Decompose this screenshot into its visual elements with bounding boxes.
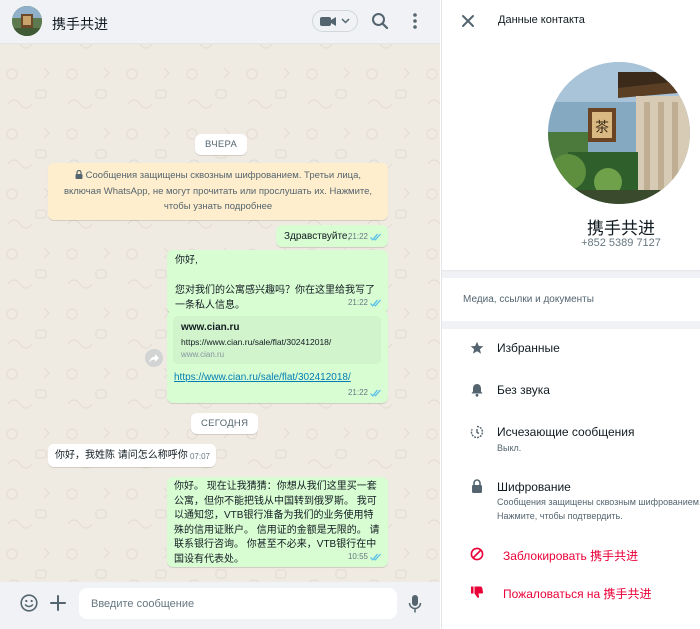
date-separator: ВЧЕРА — [195, 134, 248, 155]
profile-photo[interactable]: 茶 — [548, 62, 690, 204]
disappearing-label: Исчезающие сообщения — [497, 425, 635, 439]
message-meta: 21:22 — [348, 229, 382, 244]
message-time: 21:22 — [347, 298, 368, 307]
link-preview-title: www.cian.ru — [181, 322, 240, 333]
message-time: 07:07 — [189, 452, 210, 461]
block-label: Заблокировать 携手共进 — [503, 549, 639, 563]
message-text: 你好，我姓陈 请问怎么称呼你 — [55, 450, 188, 461]
link-preview-url: https://www.cian.ru/sale/flat/302412018/ — [181, 337, 332, 347]
encryption-sub-2: Нажмите, чтобы подтвердить. — [497, 511, 623, 521]
report-label: Пожаловаться на 携手共进 — [503, 587, 652, 601]
message-meta: 10:55 — [348, 549, 382, 564]
media-links-docs-label: Медиа, ссылки и документы — [463, 294, 594, 305]
message-meta: 07:07 — [190, 449, 210, 464]
message-text: Здравствуйте, — [284, 231, 351, 242]
mute-label: Без звука — [497, 383, 550, 397]
double-tick-icon — [370, 553, 381, 561]
link-preview[interactable]: www.cian.ru https://www.cian.ru/sale/fla… — [173, 316, 381, 364]
encryption-sub-1: Сообщения защищены сквозным шифрованием. — [497, 497, 700, 507]
video-call-icon — [320, 16, 336, 26]
chat-title[interactable]: 携手共进 — [52, 14, 108, 34]
avatar[interactable] — [12, 6, 42, 36]
chevron-down-icon — [341, 18, 350, 24]
lock-icon — [75, 169, 83, 179]
chat-panel: 携手共进 ВЧЕРА Сообщения защищены сквозным ш… — [0, 0, 440, 629]
thumbs-down-icon — [471, 586, 484, 598]
plus-icon[interactable] — [50, 594, 66, 612]
date-separator: СЕГОДНЯ — [191, 413, 259, 434]
search-icon[interactable] — [371, 12, 389, 30]
close-icon[interactable] — [461, 14, 475, 28]
contact-info-title: Данные контакта — [498, 14, 585, 26]
forward-button[interactable] — [145, 349, 163, 367]
encryption-notice-text: Сообщения защищены сквозным шифрованием.… — [63, 170, 373, 212]
outgoing-link-message[interactable]: www.cian.ru https://www.cian.ru/sale/fla… — [167, 311, 388, 403]
message-time: 21:22 — [347, 232, 368, 241]
contact-phone: +852 5389 7127 — [581, 237, 661, 249]
timer-icon — [470, 425, 484, 439]
star-icon — [470, 341, 484, 354]
double-tick-icon — [370, 299, 381, 307]
contact-info-panel: Данные контакта 茶 携手共进 +852 5389 7127 Ме… — [441, 0, 700, 629]
contact-settings: Избранные Без звука Исчезающие сообщения… — [442, 329, 700, 629]
contact-name: 携手共进 — [587, 219, 655, 238]
chat-header: 携手共进 — [0, 0, 440, 44]
lock-icon — [472, 479, 482, 493]
forward-icon — [149, 353, 159, 363]
double-tick-icon — [370, 389, 381, 397]
message-meta: 21:22 — [348, 295, 382, 310]
composer — [0, 582, 440, 629]
mic-icon[interactable] — [408, 594, 422, 614]
block-icon — [470, 547, 484, 561]
incoming-message[interactable]: 你好，我姓陈 请问怎么称呼你 07:07 — [48, 444, 216, 467]
encryption-label: Шифрование — [497, 480, 571, 494]
outgoing-message[interactable]: Здравствуйте, 21:22 — [276, 225, 388, 247]
menu-icon[interactable] — [408, 12, 422, 30]
svg-text:茶: 茶 — [595, 120, 609, 136]
message-list[interactable]: ВЧЕРА Сообщения защищены сквозным шифров… — [0, 44, 440, 582]
outgoing-message[interactable]: 你好。 现在让我猜猜：你想从我们这里买一套公寓，但你不能把钱从中国转到俄罗斯。 … — [167, 477, 388, 567]
message-meta: 21:22 — [348, 385, 382, 400]
media-links-docs[interactable]: Медиа, ссылки и документы — [442, 278, 700, 321]
disappearing-value: Выкл. — [497, 443, 522, 453]
contact-info-header: Данные контакта — [442, 0, 700, 44]
starred-label: Избранные — [497, 341, 560, 355]
emoji-icon[interactable] — [20, 594, 38, 612]
message-time: 21:22 — [347, 388, 368, 397]
outgoing-message[interactable]: 你好, 您对我们的公寓感兴趣吗？你在这里给我写了一条私人信息。 21:22 — [167, 250, 388, 313]
profile-card: 茶 携手共进 +852 5389 7127 — [442, 44, 700, 270]
link-preview-host: www.cian.ru — [181, 350, 225, 359]
video-call-button[interactable] — [312, 10, 358, 32]
message-link[interactable]: https://www.cian.ru/sale/flat/302412018/ — [174, 370, 351, 385]
encryption-notice[interactable]: Сообщения защищены сквозным шифрованием.… — [48, 163, 388, 220]
bell-icon — [471, 384, 483, 397]
message-input[interactable] — [79, 588, 397, 619]
message-time: 10:55 — [347, 552, 368, 561]
double-tick-icon — [370, 233, 381, 241]
